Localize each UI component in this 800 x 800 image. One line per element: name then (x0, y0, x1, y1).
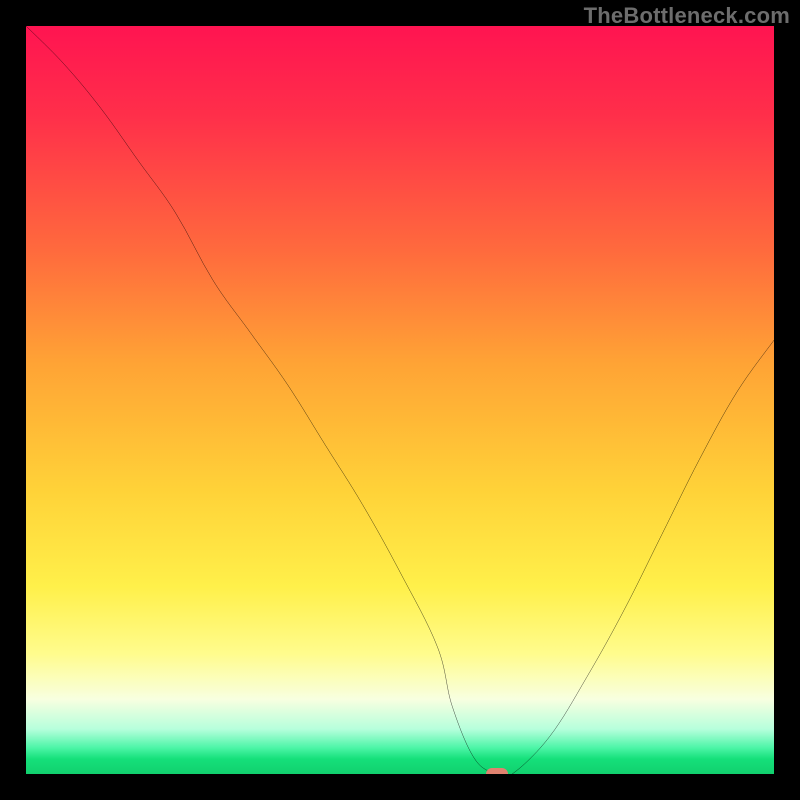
plot-area (26, 26, 774, 774)
bottleneck-curve (26, 26, 774, 774)
optimal-point-marker (486, 768, 508, 774)
chart-stage: TheBottleneck.com (0, 0, 800, 800)
